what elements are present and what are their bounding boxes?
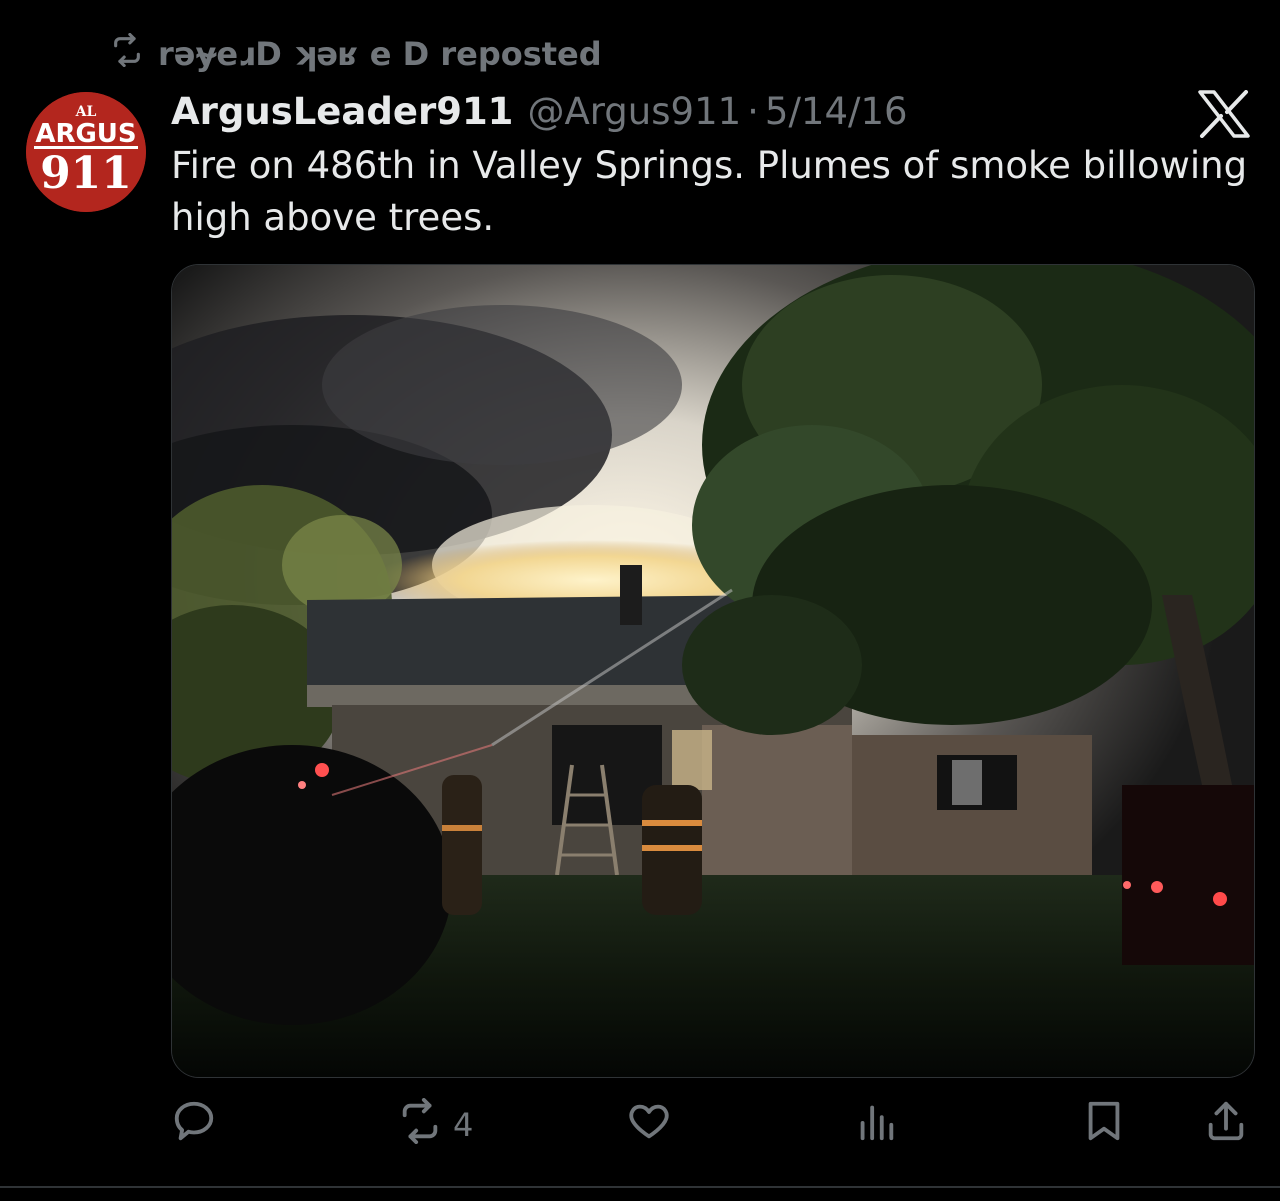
repost-label: rəy̴eɹD ʞəʁ e D reposted [158,35,602,73]
logo-line-1: AL [75,104,97,120]
x-logo-icon [1198,90,1250,138]
views-button[interactable] [853,1098,909,1152]
views-icon [853,1098,899,1152]
tweet-meta: @Argus911 · 5/14/16 [527,90,907,133]
meta-separator: · [747,89,759,133]
repost-icon [397,1098,443,1152]
reply-button[interactable] [171,1098,227,1152]
tweet-media[interactable] [171,264,1255,1078]
divider [0,1186,1280,1188]
action-bar: 4 [171,1098,1253,1152]
tweet-date[interactable]: 5/14/16 [765,90,908,133]
share-button[interactable] [1203,1098,1249,1152]
display-name[interactable]: ArgusLeader911 [171,90,513,133]
bookmark-button[interactable] [1081,1098,1127,1152]
argus-911-logo: AL ARGUS 911 [26,92,146,212]
tweet-header: ArgusLeader911 @Argus911 · 5/14/16 [171,84,908,138]
repost-button[interactable]: 4 [397,1098,473,1152]
bookmark-icon [1081,1098,1127,1152]
house-fire-night-photo [172,265,1254,1077]
handle[interactable]: @Argus911 [527,90,741,133]
repost-icon [110,32,144,75]
reply-icon [171,1098,217,1152]
like-button[interactable] [626,1098,682,1152]
repost-attribution[interactable]: rəy̴eɹD ʞəʁ e D reposted [110,30,602,78]
repost-count: 4 [453,1106,474,1144]
share-icon [1203,1098,1249,1152]
tweet-text: Fire on 486th in Valley Springs. Plumes … [171,144,1248,239]
avatar[interactable]: AL ARGUS 911 [26,92,146,212]
heart-icon [626,1098,672,1152]
logo-line-2: ARGUS [35,119,136,149]
logo-line-3: 911 [40,148,132,199]
